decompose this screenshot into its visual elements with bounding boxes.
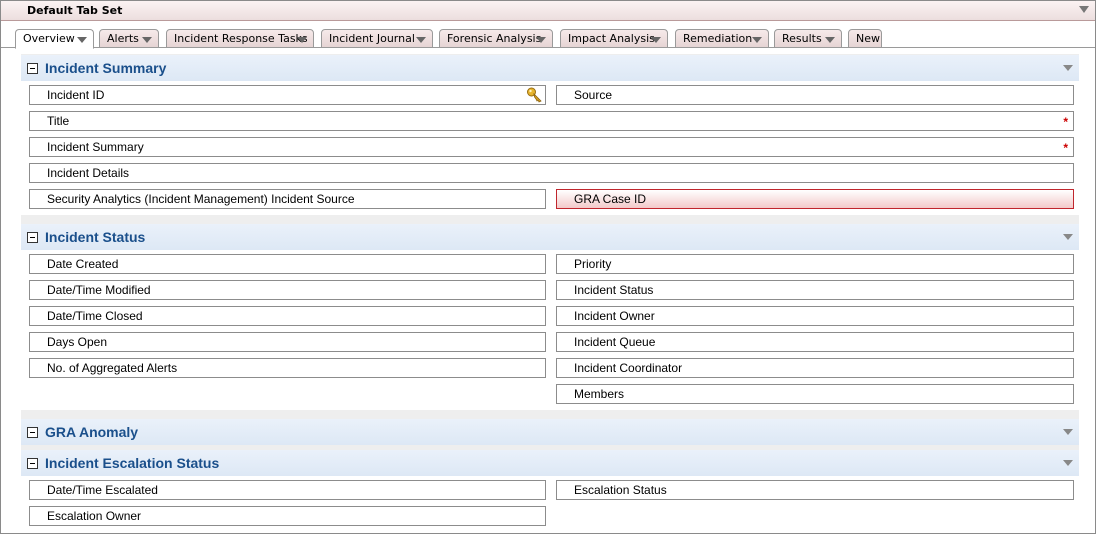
tab-label: Incident Response Tasks (174, 32, 308, 45)
section-incident-status-header[interactable]: Incident Status (21, 224, 1079, 250)
tab-overview[interactable]: Overview (15, 29, 94, 49)
field-label: Security Analytics (Incident Management)… (47, 192, 355, 206)
section-title: Incident Escalation Status (45, 455, 220, 471)
field-label: Incident Details (47, 166, 130, 180)
tab-dropdown-icon[interactable] (77, 37, 87, 43)
tab-label: New (856, 32, 880, 45)
escalation-status-field[interactable]: Escalation Status (556, 480, 1074, 500)
field-label: Incident ID (47, 88, 105, 102)
tab-dropdown-icon[interactable] (142, 37, 152, 43)
field-label: Escalation Owner (47, 509, 142, 523)
field-label: Incident Summary (47, 140, 144, 154)
escalation-owner-field[interactable]: Escalation Owner (29, 506, 546, 526)
incident-id-field[interactable]: Incident ID (29, 85, 546, 105)
field-label: Date/Time Escalated (47, 483, 158, 497)
section-escalation-body: Date/Time Escalated Escalation Status Es… (21, 476, 1079, 533)
tab-label: Alerts (107, 32, 139, 45)
field-label: Escalation Status (574, 483, 667, 497)
tab-label: Impact Analysis (568, 32, 655, 45)
section-menu-arrow-icon[interactable] (1063, 429, 1073, 435)
incident-owner-field[interactable]: Incident Owner (556, 306, 1074, 326)
section-incident-summary-header[interactable]: Incident Summary (21, 55, 1079, 81)
key-icon (527, 87, 542, 103)
days-open-field[interactable]: Days Open (29, 332, 546, 352)
field-label: Date/Time Modified (47, 283, 151, 297)
incident-status-field[interactable]: Incident Status (556, 280, 1074, 300)
tab-dropdown-icon[interactable] (752, 37, 762, 43)
gra-case-id-field[interactable]: GRA Case ID (556, 189, 1074, 209)
section-escalation-header[interactable]: Incident Escalation Status (21, 450, 1079, 476)
field-label: Incident Queue (574, 335, 656, 349)
aggregated-alerts-field[interactable]: No. of Aggregated Alerts (29, 358, 546, 378)
title-field[interactable]: Title * (29, 111, 1074, 131)
required-marker: * (1063, 141, 1068, 155)
section-title: GRA Anomaly (45, 424, 139, 440)
tab-new[interactable]: New (848, 29, 882, 48)
section-title: Incident Status (45, 229, 146, 245)
field-label: Title (47, 114, 70, 128)
priority-field[interactable]: Priority (556, 254, 1074, 274)
tab-dropdown-icon[interactable] (297, 37, 307, 43)
tab-dropdown-icon[interactable] (536, 37, 546, 43)
date-escalated-field[interactable]: Date/Time Escalated (29, 480, 546, 500)
record-frame: Default Tab Set Overview Alerts Incident… (0, 0, 1096, 534)
tab-forensic-analysis[interactable]: Forensic Analysis (439, 29, 553, 48)
date-modified-field[interactable]: Date/Time Modified (29, 280, 546, 300)
section-incident-summary-body: Incident ID Source Title * Incident Summ… (21, 81, 1079, 215)
tab-incident-journal[interactable]: Incident Journal (321, 29, 433, 48)
incident-coordinator-field[interactable]: Incident Coordinator (556, 358, 1074, 378)
date-closed-field[interactable]: Date/Time Closed (29, 306, 546, 326)
section-menu-arrow-icon[interactable] (1063, 234, 1073, 240)
tab-label: Forensic Analysis (447, 32, 542, 45)
source-field[interactable]: Source (556, 85, 1074, 105)
field-label: No. of Aggregated Alerts (47, 361, 178, 375)
tab-dropdown-icon[interactable] (825, 37, 835, 43)
field-label: Incident Status (574, 283, 654, 297)
tab-label: Incident Journal (329, 32, 415, 45)
field-label: GRA Case ID (574, 192, 647, 206)
tabset-header: Default Tab Set (1, 1, 1095, 21)
tab-label: Results (782, 32, 822, 45)
tabset-menu-arrow-icon[interactable] (1079, 6, 1089, 13)
tab-label: Remediation (683, 32, 753, 45)
field-label: Members (574, 387, 625, 401)
tabset-title: Default Tab Set (27, 4, 123, 17)
section-title: Incident Summary (45, 60, 167, 76)
collapse-icon[interactable] (27, 427, 38, 438)
collapse-icon[interactable] (27, 458, 38, 469)
section-incident-status-body: Date Created Priority Date/Time Modified… (21, 250, 1079, 410)
tab-dropdown-icon[interactable] (416, 37, 426, 43)
tab-incident-response-tasks[interactable]: Incident Response Tasks (166, 29, 314, 48)
section-gra-anomaly-header[interactable]: GRA Anomaly (21, 419, 1079, 445)
incident-details-field[interactable]: Incident Details (29, 163, 1074, 183)
incident-queue-field[interactable]: Incident Queue (556, 332, 1074, 352)
field-label: Date/Time Closed (47, 309, 143, 323)
collapse-icon[interactable] (27, 232, 38, 243)
required-marker: * (1063, 115, 1068, 129)
tab-alerts[interactable]: Alerts (99, 29, 159, 48)
field-label: Priority (574, 257, 612, 271)
tab-dropdown-icon[interactable] (651, 37, 661, 43)
members-field[interactable]: Members (556, 384, 1074, 404)
incident-summary-field[interactable]: Incident Summary * (29, 137, 1074, 157)
collapse-icon[interactable] (27, 63, 38, 74)
field-label: Incident Owner (574, 309, 655, 323)
section-menu-arrow-icon[interactable] (1063, 65, 1073, 71)
field-label: Incident Coordinator (574, 361, 683, 375)
tab-remediation[interactable]: Remediation (675, 29, 769, 48)
field-label: Source (574, 88, 613, 102)
field-label: Date Created (47, 257, 119, 271)
tab-impact-analysis[interactable]: Impact Analysis (560, 29, 668, 48)
sa-incident-source-field[interactable]: Security Analytics (Incident Management)… (29, 189, 546, 209)
section-menu-arrow-icon[interactable] (1063, 460, 1073, 466)
field-label: Days Open (47, 335, 108, 349)
date-created-field[interactable]: Date Created (29, 254, 546, 274)
tab-label: Overview (23, 32, 75, 45)
tab-results[interactable]: Results (774, 29, 842, 48)
